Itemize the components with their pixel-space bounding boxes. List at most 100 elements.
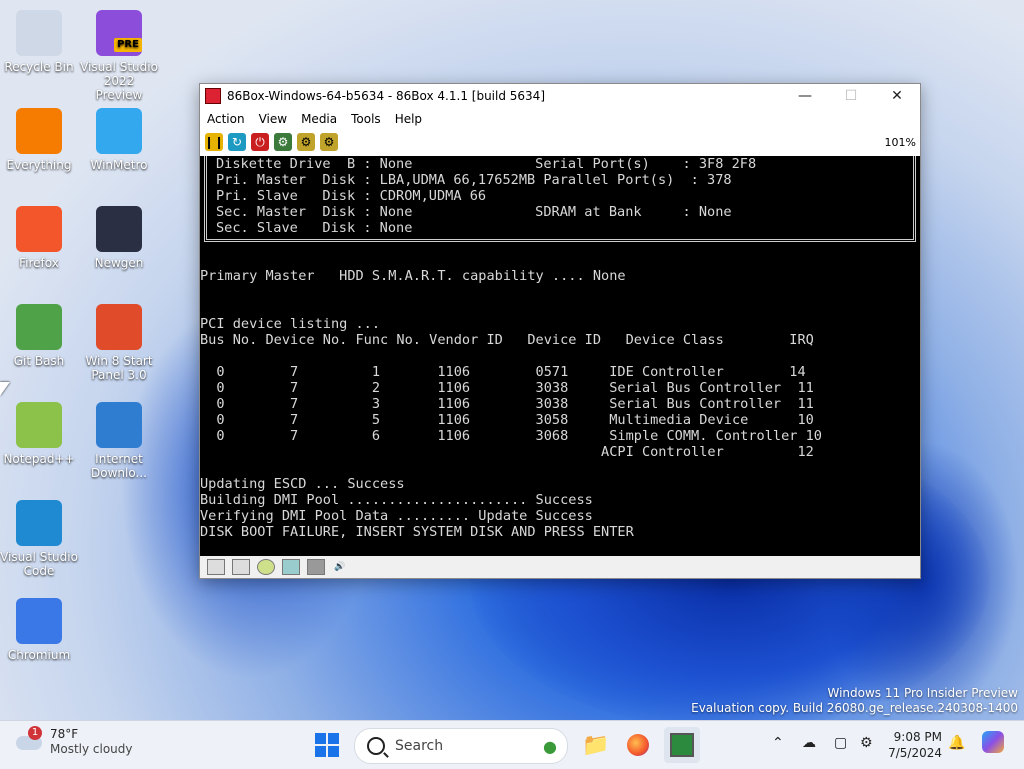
window-title: 86Box-Windows-64-b5634 - 86Box 4.1.1 [bu… (227, 89, 545, 103)
desktop-icon-label: Chromium (7, 648, 71, 662)
floppy-a-icon[interactable] (207, 559, 225, 575)
watermark-line: Windows 11 Pro Insider Preview (827, 686, 1018, 700)
desktop-icon-label: Git Bash (13, 354, 65, 368)
windows-flag-icon (96, 304, 142, 350)
power-icon[interactable]: ⏻ (251, 133, 269, 151)
magnifier-icon (16, 108, 62, 154)
weather-widget[interactable]: 1 78°F Mostly cloudy (14, 726, 133, 757)
menu-help[interactable]: Help (388, 112, 429, 126)
search-box[interactable]: Search ● (354, 728, 568, 764)
file-explorer-icon[interactable]: 📁 (578, 727, 614, 763)
pci-row: 0 7 3 1106 3038 Serial Bus Controller 11 (200, 396, 814, 412)
desktop-icon-label: Everything (6, 158, 72, 172)
floppy-b-icon[interactable] (232, 559, 250, 575)
hardware-icon[interactable]: ⚙ (320, 133, 338, 151)
desktop-icon[interactable]: Recycle Bin (0, 6, 78, 74)
desktop-icon[interactable]: Win 8 Start Panel 3.0 (80, 300, 158, 382)
desktop-icon[interactable]: Firefox (0, 202, 78, 270)
pci-row: 0 7 6 1106 3068 Simple COMM. Controller … (200, 428, 822, 444)
watermark-line: Evaluation copy. Build 26080.ge_release.… (691, 701, 1018, 715)
sound-icon[interactable]: 🔊 (332, 560, 348, 574)
search-icon (367, 737, 385, 755)
desktop-icon-label: Visual Studio 2022 Preview (80, 60, 158, 102)
visual-studio-icon: PRE (96, 10, 142, 56)
reset-icon[interactable]: ↻ (228, 133, 246, 151)
settings-icon[interactable]: ⚙ (274, 133, 292, 151)
title-bar[interactable]: 86Box-Windows-64-b5634 - 86Box 4.1.1 [bu… (200, 84, 920, 108)
menu-view[interactable]: View (252, 112, 294, 126)
desktop-icon-label: WinMetro (90, 158, 148, 172)
bios-line: Sec. Master Disk : None SDRAM at Bank : … (216, 204, 732, 220)
86box-taskbar-icon[interactable] (664, 727, 700, 763)
desktop-icon-label: Win 8 Start Panel 3.0 (85, 354, 153, 382)
date: 7/5/2024 (888, 746, 942, 760)
desktop-icon[interactable]: Git Bash (0, 300, 78, 368)
clock[interactable]: 9:08 PM 7/5/2024 (880, 729, 942, 761)
pci-row: 0 7 2 1106 3038 Serial Bus Controller 11 (200, 380, 814, 396)
cdrom-icon[interactable] (257, 559, 275, 575)
status-bar: 🔊 (200, 556, 920, 578)
monitor-icon (96, 206, 142, 252)
weather-temp: 78°F (50, 727, 79, 741)
pci-title: PCI device listing ... (200, 316, 381, 332)
maximize-button[interactable]: ☐ (828, 84, 874, 108)
chevron-up-icon[interactable]: ⌃ (772, 735, 784, 751)
vscode-icon (16, 500, 62, 546)
pci-row: ACPI Controller 12 (200, 444, 814, 460)
menu-bar: Action View Media Tools Help (200, 108, 920, 130)
close-button[interactable]: ✕ (874, 84, 920, 108)
minimize-button[interactable]: — (782, 84, 828, 108)
desktop-icon-label: Internet Downlo... (91, 452, 147, 480)
firefox-icon (16, 206, 62, 252)
weather-desc: Mostly cloudy (50, 742, 133, 756)
pause-icon[interactable]: ❙❙ (204, 133, 224, 151)
zoom-level: 101% (884, 135, 916, 149)
desktop-icon[interactable]: PRE Visual Studio 2022 Preview (80, 6, 158, 102)
desktop-icon[interactable]: Newgen (80, 202, 158, 270)
pci-header: Bus No. Device No. Func No. Vendor ID De… (200, 332, 814, 348)
desktop-icon[interactable]: Visual Studio Code (0, 496, 78, 578)
bios-line: Pri. Master Disk : LBA,UDMA 66,17652MB P… (216, 172, 732, 188)
notepad-plus-plus-icon (16, 402, 62, 448)
network-icon[interactable] (307, 559, 325, 575)
desktop-icon-label: Newgen (94, 256, 144, 270)
windows-logo-icon (315, 733, 339, 757)
mouse-cursor (0, 382, 10, 396)
menu-tools[interactable]: Tools (344, 112, 388, 126)
network-off-icon[interactable]: ☁ (802, 735, 816, 751)
toolbar: ❙❙ ↻ ⏻ ⚙ ⚙ ⚙ 101% (200, 130, 920, 154)
taskbar: 1 78°F Mostly cloudy Search ● 📁 ⌃ ☁ ▢ ⚙ … (0, 720, 1024, 769)
display-icon[interactable]: ▢ (834, 735, 847, 751)
desktop-icon[interactable]: Everything (0, 104, 78, 172)
emulator-window: 86Box-Windows-64-b5634 - 86Box 4.1.1 [bu… (199, 83, 921, 579)
settings-tray-icon[interactable]: ⚙ (860, 735, 873, 751)
evaluation-watermark: Windows 11 Pro Insider Preview Evaluatio… (691, 686, 1018, 716)
weather-badge: 1 (28, 726, 42, 740)
menu-media[interactable]: Media (294, 112, 344, 126)
start-button[interactable] (309, 727, 345, 763)
hdd-icon[interactable] (282, 559, 300, 575)
pci-row: 0 7 1 1106 0571 IDE Controller 14 (200, 364, 806, 380)
pci-row: 0 7 5 1106 3058 Multimedia Device 10 (200, 412, 814, 428)
settings-alt-icon[interactable]: ⚙ (297, 133, 315, 151)
notification-bell-icon[interactable]: 🔔 (948, 735, 965, 751)
desktop-icon[interactable]: Chromium (0, 594, 78, 662)
cloud-icon: 1 (14, 726, 44, 754)
desktop-icon-label: Notepad++ (3, 452, 75, 466)
menu-action[interactable]: Action (200, 112, 252, 126)
recycle-bin-icon (16, 10, 62, 56)
copilot-icon[interactable] (982, 731, 1004, 753)
emulator-screen[interactable]: Diskette Drive B : None Serial Port(s) :… (200, 156, 920, 556)
desktop-icon-label: Visual Studio Code (0, 550, 78, 578)
search-highlight-icon: ● (543, 736, 557, 756)
search-placeholder: Search (395, 738, 444, 754)
desktop-icon[interactable]: Notepad++ (0, 398, 78, 466)
smart-line: Primary Master HDD S.M.A.R.T. capability… (200, 268, 626, 284)
desktop-icon[interactable]: Internet Downlo... (80, 398, 158, 480)
desktop-icon[interactable]: WinMetro (80, 104, 158, 172)
firefox-taskbar-icon[interactable] (620, 727, 656, 763)
status-line: Verifying DMI Pool Data ......... Update… (200, 508, 593, 524)
status-line: Updating ESCD ... Success (200, 476, 405, 492)
boot-failure-line: DISK BOOT FAILURE, INSERT SYSTEM DISK AN… (200, 524, 634, 540)
status-line: Building DMI Pool ......................… (200, 492, 593, 508)
